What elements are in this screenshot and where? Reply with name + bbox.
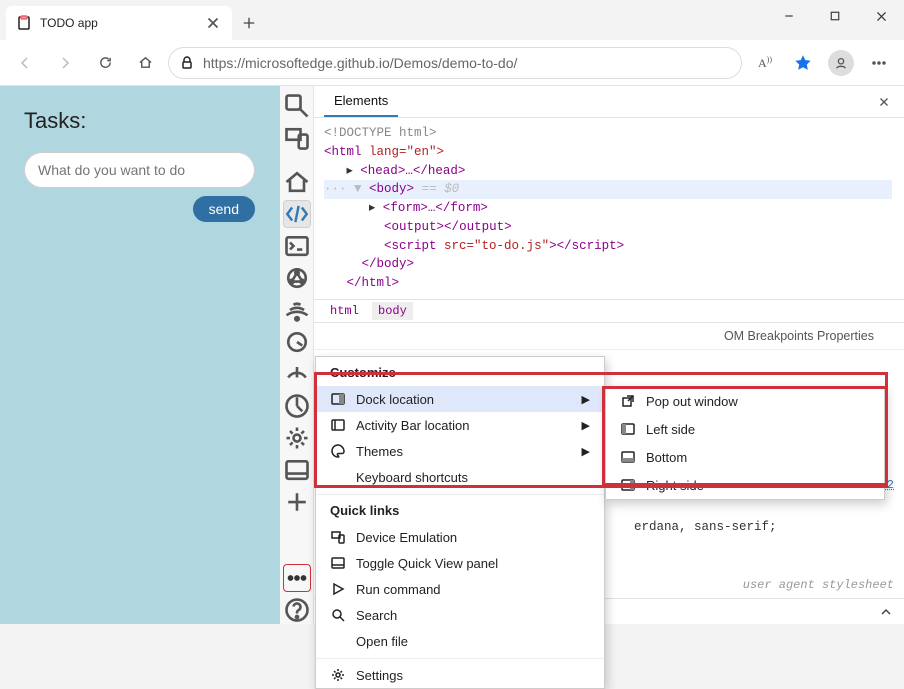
application-icon[interactable] — [283, 392, 311, 420]
layout-icon — [330, 417, 346, 433]
navbar: https://microsoftedge.github.io/Demos/de… — [0, 40, 904, 86]
content: Tasks: send Elements — [0, 86, 904, 624]
palette-icon — [330, 443, 346, 459]
devtools-tabs: Elements — [314, 86, 904, 118]
add-tool-button[interactable] — [283, 488, 311, 516]
device-icon — [330, 529, 346, 545]
device-icon[interactable] — [283, 124, 311, 152]
dock-bottom-icon — [620, 449, 636, 465]
refresh-button[interactable] — [88, 46, 122, 80]
breadcrumb: html body — [314, 299, 904, 323]
close-devtools-button[interactable] — [864, 86, 904, 118]
menu-item-run-command[interactable]: Run command — [316, 576, 604, 602]
panel-icon[interactable] — [283, 456, 311, 484]
chevron-right-icon: ▶ — [582, 419, 590, 432]
sources-icon[interactable] — [283, 264, 311, 292]
memory-icon[interactable] — [283, 360, 311, 388]
settings-icon[interactable] — [283, 424, 311, 452]
submenu-item-bottom[interactable]: Bottom — [606, 443, 884, 471]
window-controls — [766, 0, 904, 32]
console-icon[interactable] — [283, 232, 311, 260]
read-aloud-button[interactable]: A)) — [748, 46, 782, 80]
more-tools-button[interactable] — [283, 564, 311, 592]
back-button[interactable] — [8, 46, 42, 80]
menu-item-toggle-quick-view[interactable]: Toggle Quick View panel — [316, 550, 604, 576]
send-button[interactable]: send — [193, 196, 255, 222]
devtools-main: Elements <!DOCTYPE html> <html lang="en"… — [314, 86, 904, 624]
browser-menu-button[interactable] — [862, 46, 896, 80]
styles-subtabs[interactable]: OM Breakpoints Properties — [314, 323, 904, 350]
menu-item-search[interactable]: Search — [316, 602, 604, 628]
submenu-item-pop-out[interactable]: Pop out window — [606, 387, 884, 415]
favorite-button[interactable] — [786, 46, 820, 80]
submenu-item-right-side[interactable]: Right side — [606, 471, 884, 499]
devtools: Elements <!DOCTYPE html> <html lang="en"… — [280, 86, 904, 624]
submenu-item-left-side[interactable]: Left side — [606, 415, 884, 443]
crumb-html[interactable]: html — [324, 302, 365, 320]
titlebar: TODO app — [0, 0, 904, 40]
dock-right-icon — [620, 477, 636, 493]
todo-input[interactable] — [24, 152, 255, 188]
menu-item-device-emulation[interactable]: Device Emulation — [316, 524, 604, 550]
tab-elements[interactable]: Elements — [324, 86, 398, 117]
style-fragment: erdana, sans-serif; — [634, 520, 777, 534]
browser-tab[interactable]: TODO app — [6, 6, 232, 40]
close-window-button[interactable] — [858, 0, 904, 32]
customize-menu: Customize Dock location ▶ Activity Bar l… — [315, 356, 605, 689]
close-tab-button[interactable] — [204, 14, 222, 32]
inspect-icon[interactable] — [283, 92, 311, 120]
chevron-right-icon: ▶ — [582, 445, 590, 458]
forward-button[interactable] — [48, 46, 82, 80]
menu-item-themes[interactable]: Themes ▶ — [316, 438, 604, 464]
lock-icon — [179, 55, 195, 71]
elements-icon[interactable] — [283, 200, 311, 228]
menu-item-keyboard-shortcuts[interactable]: Keyboard shortcuts — [316, 464, 604, 490]
play-icon — [330, 581, 346, 597]
menu-item-settings[interactable]: Settings — [316, 658, 604, 688]
performance-icon[interactable] — [283, 328, 311, 356]
dock-location-submenu: Pop out window Left side Bottom Right si… — [605, 386, 885, 500]
dom-tree[interactable]: <!DOCTYPE html> <html lang="en"> ▸ <head… — [314, 118, 904, 299]
welcome-icon[interactable] — [283, 168, 311, 196]
dock-left-icon — [620, 421, 636, 437]
gear-icon — [330, 667, 346, 683]
minimize-button[interactable] — [766, 0, 812, 32]
clipboard-icon — [16, 15, 32, 31]
dock-icon — [330, 391, 346, 407]
home-button[interactable] — [128, 46, 162, 80]
crumb-body[interactable]: body — [372, 302, 413, 320]
menu-item-activity-bar-location[interactable]: Activity Bar location ▶ — [316, 412, 604, 438]
search-icon — [330, 607, 346, 623]
selected-node[interactable]: ··· ▼ <body> == $0 — [324, 180, 892, 199]
profile-button[interactable] — [824, 46, 858, 80]
activity-bar — [280, 86, 314, 624]
tab-title: TODO app — [40, 16, 196, 30]
maximize-button[interactable] — [812, 0, 858, 32]
network-icon[interactable] — [283, 296, 311, 324]
ua-stylesheet-note: user agent stylesheet — [743, 578, 894, 592]
chevron-up-icon[interactable] — [878, 604, 894, 620]
help-icon[interactable] — [283, 596, 311, 624]
address-bar[interactable]: https://microsoftedge.github.io/Demos/de… — [168, 47, 742, 79]
page-heading: Tasks: — [24, 108, 255, 134]
chevron-right-icon: ▶ — [582, 393, 590, 406]
menu-heading-quick-links: Quick links — [316, 494, 604, 524]
new-tab-button[interactable] — [232, 6, 266, 40]
menu-heading-customize: Customize — [316, 357, 604, 386]
url-text: https://microsoftedge.github.io/Demos/de… — [203, 55, 517, 71]
popout-icon — [620, 393, 636, 409]
menu-item-dock-location[interactable]: Dock location ▶ — [316, 386, 604, 412]
menu-item-open-file[interactable]: Open file — [316, 628, 604, 654]
page-body: Tasks: send — [0, 86, 280, 624]
panel-icon — [330, 555, 346, 571]
